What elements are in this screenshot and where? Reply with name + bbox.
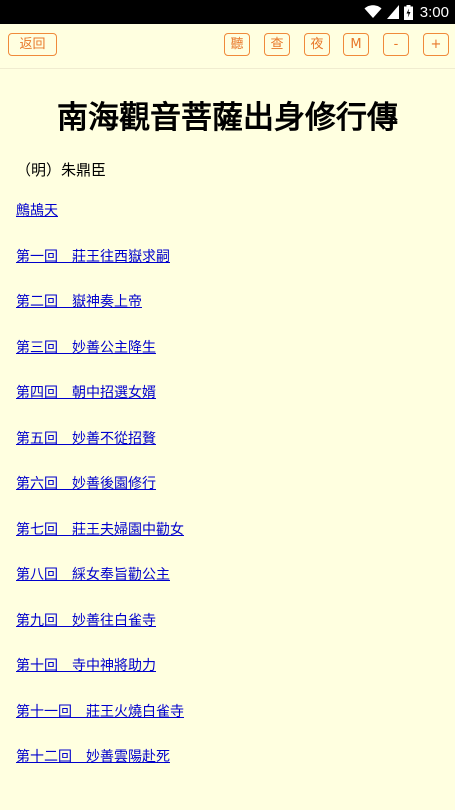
chapter-item: 第八回 綵女奉旨勸公主 [16,564,184,610]
book-author: （明）朱鼎臣 [16,161,107,179]
menu-button[interactable]: M [343,33,369,56]
chapter-link[interactable]: 第六回 妙善後園修行 [16,476,156,492]
chapter-link[interactable]: 鷓鴣天 [16,203,58,219]
chapter-item: 鷓鴣天 [16,200,184,246]
chapter-link[interactable]: 第十回 寺中神將助力 [16,658,156,674]
chapter-link[interactable]: 第五回 妙善不從招贅 [16,431,156,447]
wifi-icon [364,5,382,18]
chapter-item: 第二回 嶽神奏上帝 [16,291,184,337]
chapter-link[interactable]: 第三回 妙善公主降生 [16,340,156,356]
chapter-link[interactable]: 第十一回 莊王火燒白雀寺 [16,704,184,720]
chapter-item: 第六回 妙善後園修行 [16,473,184,519]
chapter-link[interactable]: 第一回 莊王往西嶽求嗣 [16,249,170,265]
status-icons: 3:00 [364,0,449,24]
chapter-item: 第九回 妙善往白雀寺 [16,610,184,656]
font-larger-button[interactable]: + [423,33,449,56]
chapter-link[interactable]: 第二回 嶽神奏上帝 [16,294,142,310]
chapter-item: 第十一回 莊王火燒白雀寺 [16,701,184,747]
chapter-link[interactable]: 第七回 莊王夫婦園中勸女 [16,522,184,538]
chapter-item: 第十回 寺中神將助力 [16,655,184,701]
status-bar: 3:00 [0,0,455,24]
toolbar: 返回 聽 查 夜 M - + [0,24,455,69]
chapter-link[interactable]: 第十二回 妙善雲陽赴死 [16,749,170,765]
chapter-item: 第三回 妙善公主降生 [16,337,184,383]
back-button[interactable]: 返回 [8,33,57,56]
chapter-link[interactable]: 第九回 妙善往白雀寺 [16,613,156,629]
chapter-list: 鷓鴣天第一回 莊王往西嶽求嗣 第二回 嶽神奏上帝 第三回 妙善公主降生 第四回 朝中招… [16,200,184,792]
chapter-item: 第五回 妙善不從招贅 [16,428,184,474]
listen-button[interactable]: 聽 [224,33,250,56]
chapter-item: 第七回 莊王夫婦園中勸女 [16,519,184,565]
font-smaller-button[interactable]: - [383,33,409,56]
chapter-link[interactable]: 第八回 綵女奉旨勸公主 [16,567,170,583]
chapter-item: 第十二回 妙善雲陽赴死 [16,746,184,792]
book-title: 南海觀音菩薩出身修行傳 [57,100,398,136]
chapter-link[interactable]: 第四回 朝中招選女婿 [16,385,156,401]
chapter-item: 第一回 莊王往西嶽求嗣 [16,246,184,292]
chapter-item: 第四回 朝中招選女婿 [16,382,184,428]
night-mode-button[interactable]: 夜 [304,33,330,56]
status-time: 3:00 [419,3,449,21]
search-button[interactable]: 查 [264,33,290,56]
battery-icon [403,4,413,20]
cell-signal-icon [386,5,399,19]
